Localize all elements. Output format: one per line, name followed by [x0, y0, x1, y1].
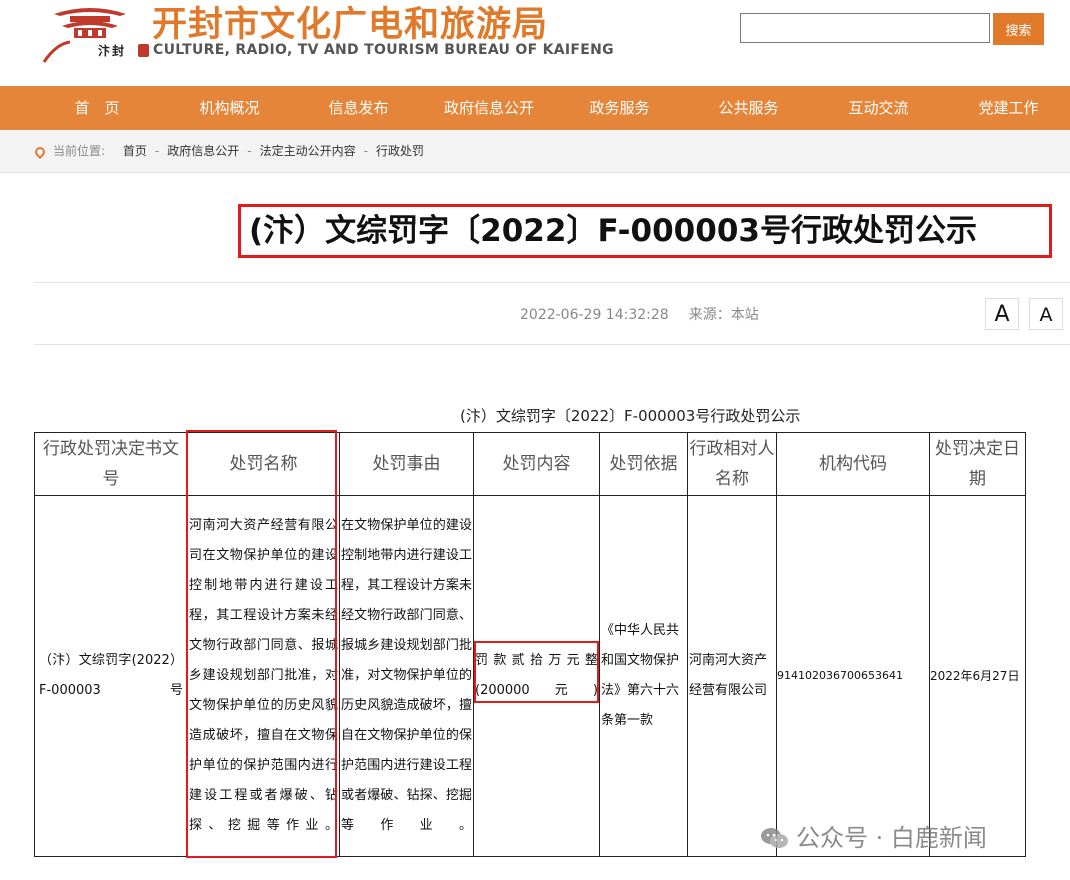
- location-pin-icon: [32, 144, 48, 160]
- nav-item-info-release[interactable]: 信息发布: [311, 86, 406, 130]
- header-penalty-name: 处罚名称: [187, 432, 340, 496]
- breadcrumb-separator: -: [154, 144, 160, 158]
- site-header: 汴封 开封市文化广电和旅游局 CULTURE, RADIO, TV AND TO…: [0, 0, 1070, 86]
- nav-item-interaction[interactable]: 互动交流: [831, 86, 926, 130]
- cell-party-name: 河南河大资产经营有限公司: [687, 495, 777, 857]
- article-meta: 2022-06-29 14:32:28 来源：本站: [520, 304, 759, 324]
- breadcrumb-statutory-content[interactable]: 法定主动公开内容: [260, 144, 356, 158]
- nav-item-public-services[interactable]: 公共服务: [701, 86, 796, 130]
- breadcrumb-home[interactable]: 首页: [123, 144, 147, 158]
- header-org-code: 机构代码: [776, 432, 930, 496]
- cell-org-code: 914102036700653641: [776, 495, 930, 857]
- nav-item-gov-services[interactable]: 政务服务: [572, 86, 667, 130]
- breadcrumb-separator: -: [363, 144, 368, 158]
- header-penalty-basis: 处罚依据: [599, 432, 688, 496]
- table-header-row: 行政处罚决定书文号 处罚名称 处罚事由 处罚内容 处罚依据 行政相对人名称 机构…: [34, 432, 1026, 496]
- divider: [34, 282, 1070, 283]
- cell-doc-no: （汴）文综罚字(2022）F-000003号: [34, 495, 188, 857]
- watermark-text: 公众号 · 白鹿新闻: [796, 824, 987, 852]
- breadcrumb-admin-penalty[interactable]: 行政处罚: [376, 144, 424, 158]
- table-row: （汴）文综罚字(2022）F-000003号 河南河大资产经营有限公司在文物保护…: [34, 495, 1026, 857]
- nav-item-party-building[interactable]: 党建工作: [961, 86, 1056, 130]
- divider: [34, 344, 1070, 345]
- header-penalty-reason: 处罚事由: [339, 432, 474, 496]
- breadcrumb-gov-info-public[interactable]: 政府信息公开: [167, 144, 239, 158]
- font-size-large-button[interactable]: A: [985, 298, 1019, 330]
- breadcrumb-bar: 当前位置: 首页 - 政府信息公开 - 法定主动公开内容 - 行政处罚: [0, 130, 1070, 173]
- penalty-table: 行政处罚决定书文号 处罚名称 处罚事由 处罚内容 处罚依据 行政相对人名称 机构…: [34, 432, 1026, 857]
- nav-item-home[interactable]: 首 页: [52, 86, 142, 130]
- cell-penalty-content: 罚款贰拾万元整(200000元): [473, 495, 600, 857]
- site-subtitle: CULTURE, RADIO, TV AND TOURISM BUREAU OF…: [153, 42, 614, 58]
- header-doc-no: 行政处罚决定书文号: [34, 432, 188, 496]
- main-nav: 首 页 机构概况 信息发布 政府信息公开 政务服务 公共服务 互动交流 党建工作: [0, 86, 1070, 130]
- cell-penalty-basis: 《中华人民共和国文物保护法》第六十六条第一款: [599, 495, 688, 857]
- site-title[interactable]: 开封市文化广电和旅游局: [152, 0, 548, 47]
- logo-text: 汴封: [98, 44, 127, 58]
- header-party-name: 行政相对人名称: [687, 432, 777, 496]
- watermark: 公众号 · 白鹿新闻: [760, 818, 987, 853]
- breadcrumb-separator: -: [247, 144, 252, 158]
- search-button[interactable]: 搜索: [993, 13, 1044, 45]
- breadcrumb: 当前位置: 首页 - 政府信息公开 - 法定主动公开内容 - 行政处罚: [32, 130, 424, 172]
- article-source: 来源：本站: [688, 307, 759, 323]
- table-caption: (汴）文综罚字〔2022〕F-000003号行政处罚公示: [460, 407, 801, 425]
- article-title: (汴）文综罚字〔2022〕F-000003号行政处罚公示: [238, 204, 1052, 258]
- logo-seal-icon: [138, 44, 149, 57]
- font-size-small-button[interactable]: A: [1029, 298, 1063, 330]
- breadcrumb-prefix: 当前位置:: [53, 144, 106, 158]
- cell-penalty-name: 河南河大资产经营有限公司在文物保护单位的建设控制地带内进行建设工程，其工程设计方…: [187, 495, 340, 857]
- publish-datetime: 2022-06-29 14:32:28: [520, 307, 669, 323]
- nav-item-gov-info-public[interactable]: 政府信息公开: [428, 86, 550, 130]
- cell-penalty-reason: 在文物保护单位的建设控制地带内进行建设工程，其工程设计方案未经文物行政部门同意、…: [339, 495, 474, 857]
- header-decision-date: 处罚决定日期: [929, 432, 1026, 496]
- search-input[interactable]: [740, 13, 990, 43]
- nav-item-organization[interactable]: 机构概况: [182, 86, 277, 130]
- wechat-icon: [761, 828, 788, 848]
- header-penalty-content: 处罚内容: [473, 432, 600, 496]
- cell-decision-date: 2022年6月27日: [929, 495, 1026, 857]
